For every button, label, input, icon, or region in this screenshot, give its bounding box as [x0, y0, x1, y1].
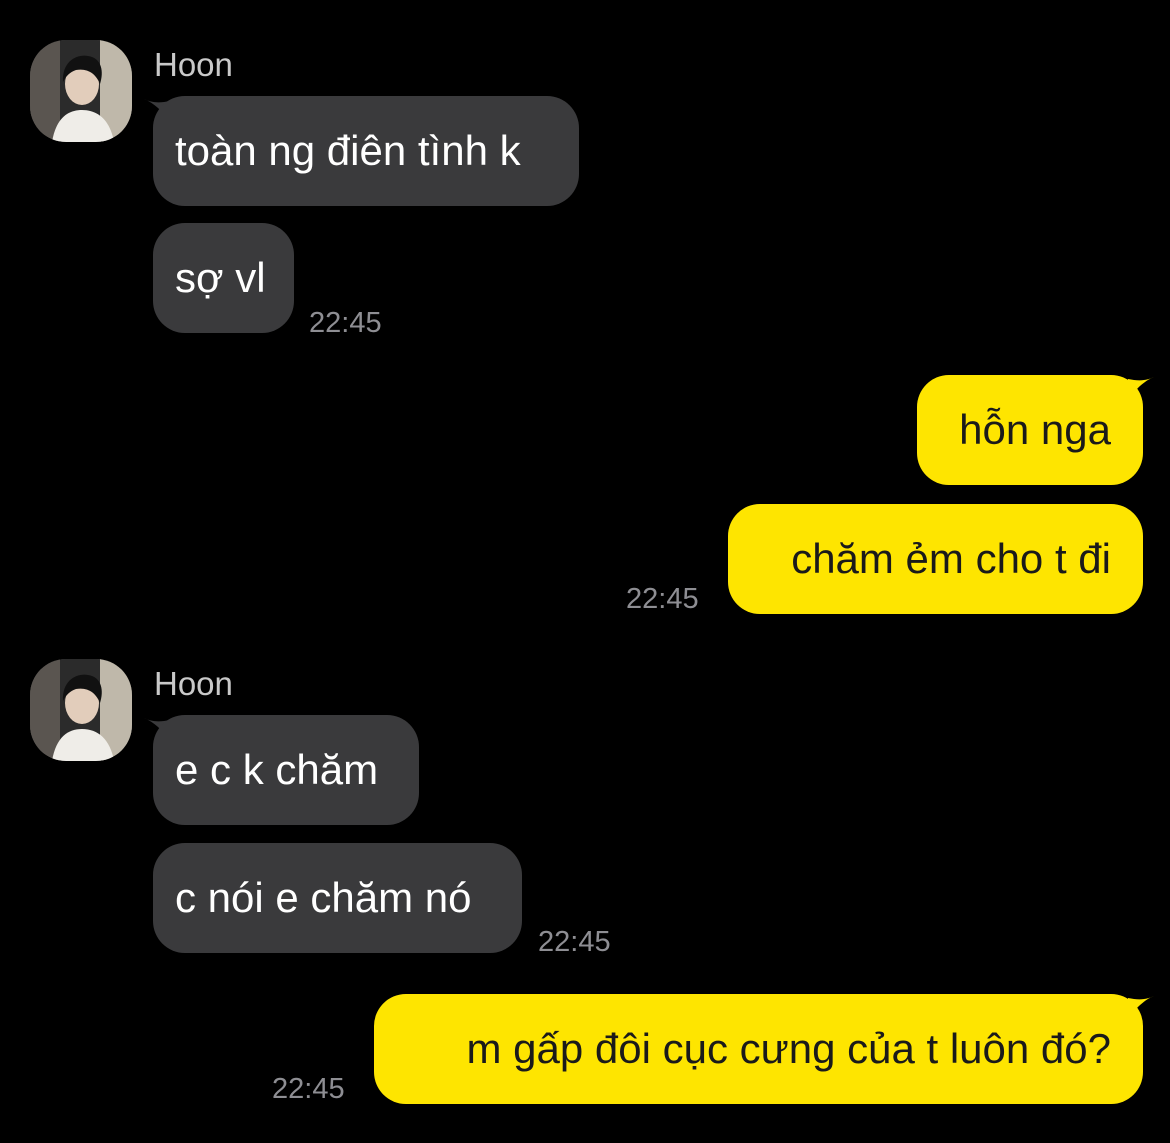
message-text: chăm ẻm cho t đi [791, 535, 1111, 582]
profile-photo-icon [30, 659, 132, 761]
sender-name: Hoon [154, 46, 233, 83]
message-text: e c k chăm [175, 746, 379, 793]
message-bubble-incoming[interactable]: sợ vl [153, 223, 294, 333]
profile-photo-icon [30, 40, 132, 142]
avatar-hoon[interactable] [30, 40, 132, 142]
message-bubble-incoming[interactable]: c nói e chăm nó [153, 843, 522, 953]
message-bubble-incoming[interactable]: e c k chăm [153, 715, 419, 825]
message-bubble-outgoing[interactable]: m gấp đôi cục cưng của t luôn đó? [374, 994, 1143, 1104]
message-text: sợ vl [175, 254, 266, 301]
sender-name: Hoon [154, 665, 233, 702]
message-text: toàn ng điên tình k [175, 127, 521, 174]
message-timestamp: 22:45 [309, 307, 382, 339]
message-timestamp: 22:45 [626, 583, 699, 615]
message-bubble-incoming[interactable]: toàn ng điên tình k [153, 96, 579, 206]
message-timestamp: 22:45 [272, 1073, 345, 1105]
message-bubble-outgoing[interactable]: chăm ẻm cho t đi [728, 504, 1143, 614]
avatar-hoon[interactable] [30, 659, 132, 761]
message-bubble-outgoing[interactable]: hỗn nga [917, 375, 1143, 485]
message-text: hỗn nga [959, 406, 1111, 453]
message-text: m gấp đôi cục cưng của t luôn đó? [466, 1025, 1111, 1072]
message-timestamp: 22:45 [538, 926, 611, 958]
message-text: c nói e chăm nó [175, 874, 472, 921]
